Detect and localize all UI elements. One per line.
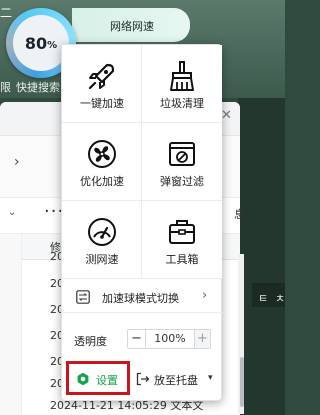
opacity-label: 透明度 (74, 335, 107, 348)
grid-label: 测网速 (85, 253, 119, 266)
toolbar-details-label[interactable]: 息 (234, 206, 245, 222)
speedometer-icon (88, 218, 116, 246)
background-glyph: ㅊ (275, 292, 286, 305)
accelerator-menu: 一键加速 垃圾清理 优化加速 弹窗过滤 测网速 工具箱 加速球模式切换 › 透明… (61, 44, 223, 401)
opacity-value[interactable]: 100% (146, 330, 194, 348)
settings-label: 设置 (96, 374, 118, 387)
grid-label: 一键加速 (80, 97, 124, 110)
grid-label: 优化加速 (80, 175, 124, 188)
popup-block-icon (169, 142, 195, 166)
opacity-stepper: − 100% + (127, 329, 211, 349)
ball-mode-switch-label: 加速球模式切换 (102, 292, 179, 305)
switch-mode-icon (76, 290, 90, 304)
speed-test-button[interactable]: 测网速 (62, 201, 142, 279)
fan-icon (88, 140, 116, 168)
caret-down-icon: ▾ (208, 373, 213, 383)
popup-filter-button[interactable]: 弹窗过滤 (142, 123, 222, 201)
one-click-boost-button[interactable]: 一键加速 (62, 45, 142, 123)
opacity-decrease-button[interactable]: − (128, 330, 146, 348)
send-to-tray-label: 放至托盘 (154, 374, 198, 387)
gear-icon (77, 372, 89, 386)
tray-icon (136, 372, 150, 386)
desktop-label-quick-search[interactable]: 快捷搜索 (16, 79, 60, 95)
broom-icon (170, 61, 194, 91)
chevron-right-icon: › (202, 288, 208, 303)
grid-label: 垃圾清理 (160, 97, 204, 110)
network-speed-label: 网络网速 (110, 20, 154, 33)
window-nav-pane (0, 234, 22, 415)
toolbox-button[interactable]: 工具箱 (142, 201, 222, 279)
chevron-right-icon[interactable]: › (14, 154, 20, 170)
ball-mode-switch[interactable]: 加速球模式切换 › (62, 281, 223, 313)
grid-label: 工具箱 (165, 253, 199, 266)
opacity-row: 透明度 − 100% + (62, 323, 223, 355)
desktop-label-left: 二 (0, 6, 13, 20)
optimize-boost-button[interactable]: 优化加速 (62, 123, 142, 201)
scrollbar-thumb[interactable] (240, 357, 244, 407)
desktop-label-limit: 限 (0, 81, 11, 94)
background-terminal (238, 98, 285, 415)
rocket-icon (88, 63, 115, 90)
opacity-increase-button[interactable]: + (194, 330, 210, 348)
settings-button[interactable]: 设置 (66, 361, 130, 395)
menu-bottom-bar: 设置 放至托盘 ▾ (62, 357, 223, 400)
chevron-down-icon[interactable]: ⌄ (8, 207, 16, 218)
junk-clean-button[interactable]: 垃圾清理 (142, 45, 222, 123)
send-to-tray-button[interactable]: 放至托盘 ▾ (134, 361, 220, 395)
background-glyph: ㅌ (258, 292, 269, 305)
memory-usage-unit: % (47, 39, 58, 51)
grid-label: 弹窗过滤 (160, 175, 204, 188)
toolbox-icon (169, 220, 195, 244)
close-icon[interactable]: ✕ (221, 108, 232, 123)
memory-usage-value: 80 (24, 33, 48, 53)
